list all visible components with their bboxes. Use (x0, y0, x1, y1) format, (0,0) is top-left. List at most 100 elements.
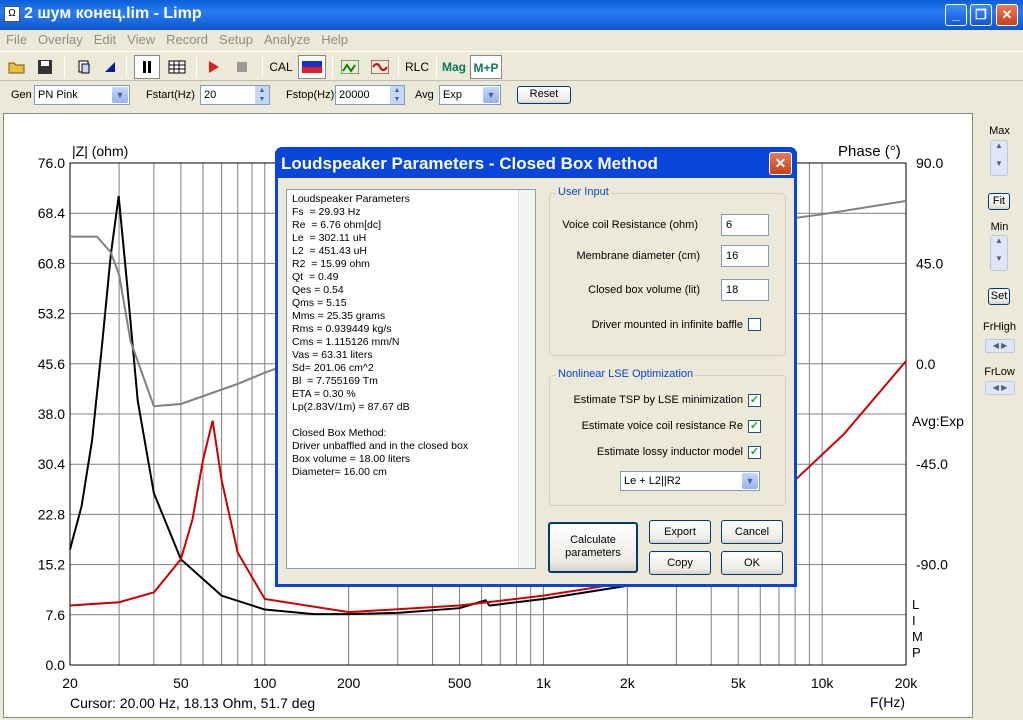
y-tick-label: 60.8 (38, 255, 65, 271)
fstop-label: Fstop(Hz) (286, 89, 335, 101)
menu-help[interactable]: Help (315, 30, 353, 47)
frhigh-spinner[interactable]: ◀ ▶ (985, 339, 1015, 353)
rlc-button[interactable]: RLC (404, 55, 430, 79)
calculate-button[interactable]: Calculate parameters (548, 522, 638, 573)
color-bar-icon[interactable] (298, 55, 326, 79)
results-text: Loudspeaker Parameters Fs = 29.93 Hz Re … (292, 193, 469, 478)
cal-button[interactable]: CAL (268, 55, 294, 79)
export-button[interactable]: Export (649, 520, 711, 544)
dialog-title: Loudspeaker Parameters - Closed Box Meth… (281, 154, 658, 173)
results-scrollbar[interactable] (518, 190, 535, 568)
play-icon[interactable] (204, 55, 224, 79)
limp-letter: I (912, 613, 916, 628)
x-tick-label: 200 (337, 675, 361, 691)
fstart-value: 20 (204, 89, 217, 101)
pause-icon[interactable] (134, 55, 160, 79)
title-bar: Ω 2 шум конец.lim - Limp _ ❐ ✕ (0, 0, 1023, 30)
md-label: Membrane diameter (cm) (576, 250, 700, 262)
min-spinner[interactable]: ▲ ▼ (990, 235, 1008, 271)
y-tick-label: 7.6 (46, 607, 66, 623)
opt3-label: Estimate lossy inductor model (596, 446, 743, 458)
opt1-checkbox[interactable]: ✓ (748, 394, 761, 407)
chevron-down-icon: ▼ (112, 87, 128, 103)
menu-setup[interactable]: Setup (213, 30, 258, 47)
menu-analyze[interactable]: Analyze (258, 30, 315, 47)
generator-select[interactable]: PN Pink ▼ (34, 85, 130, 105)
menu-file[interactable]: File (0, 30, 32, 47)
right-panel: Max ▲ ▼ Fit Min ▲ ▼ Set FrHigh ◀ ▶ FrLow ◀… (976, 113, 1023, 718)
x-tick-label: 5k (731, 675, 747, 691)
x-tick-label: 20 (62, 675, 78, 691)
max-spinner[interactable]: ▲ ▼ (990, 140, 1008, 176)
cancel-button[interactable]: Cancel (721, 520, 783, 544)
min-label: Min (990, 221, 1009, 233)
marker-icon[interactable] (100, 55, 120, 79)
frlow-label: FrLow (984, 366, 1015, 378)
dialog-body: Loudspeaker Parameters Fs = 29.93 Hz Re … (278, 178, 794, 584)
save-icon[interactable] (34, 55, 56, 79)
fstop-input[interactable]: 20000 ▲ ▼ (335, 85, 405, 105)
vc-input[interactable]: 6 (721, 214, 769, 236)
fstop-spinner[interactable]: ▲ ▼ (390, 86, 404, 104)
x-axis-label: F(Hz) (870, 694, 905, 710)
wave-red-icon[interactable] (368, 55, 392, 79)
baffle-checkbox[interactable] (748, 318, 761, 331)
user-input-group: User Input Voice coil Resistance (ohm) 6… (549, 186, 786, 356)
cursor-readout: Cursor: 20.00 Hz, 18.13 Ohm, 51.7 deg (70, 695, 315, 711)
menu-record[interactable]: Record (160, 30, 213, 47)
baffle-label: Driver mounted in infinite baffle (591, 319, 743, 331)
fstart-label: Fstart(Hz) (146, 89, 195, 101)
opt3-checkbox[interactable]: ✓ (748, 446, 761, 459)
menu-bar: File Overlay Edit View Record Setup Analyze Hel… (0, 30, 1023, 50)
model-value: Le + L2||R2 (624, 475, 681, 487)
model-select[interactable]: Le + L2||R2 ▼ (620, 471, 760, 491)
y-tick-label: 38.0 (38, 406, 65, 422)
x-tick-label: 100 (253, 675, 277, 691)
menu-edit[interactable]: Edit (88, 30, 121, 47)
mag-phase-button[interactable]: M+P (470, 55, 502, 79)
avg-select[interactable]: Exp ▼ (439, 85, 501, 105)
fit-button[interactable]: Fit (988, 193, 1010, 210)
menu-view[interactable]: View (121, 30, 160, 47)
close-button[interactable]: ✕ (996, 4, 1018, 26)
limp-letter: L (912, 597, 919, 612)
mag-button[interactable]: Mag (440, 55, 468, 79)
grid-icon[interactable] (164, 55, 190, 79)
fstart-input[interactable]: 20 ▲ ▼ (200, 85, 270, 105)
y-tick-label: 0.0 (46, 657, 66, 673)
y-tick-label: 15.2 (38, 557, 65, 573)
wave-green-icon[interactable] (338, 55, 362, 79)
menu-overlay[interactable]: Overlay (32, 30, 88, 47)
stop-icon[interactable] (232, 55, 252, 79)
fstart-spinner[interactable]: ▲ ▼ (255, 86, 269, 104)
bv-input[interactable]: 18 (721, 279, 769, 301)
avg-value: Exp (443, 89, 462, 101)
copy-icon[interactable] (74, 55, 94, 79)
y-tick-label: 53.2 (38, 306, 65, 322)
y2-tick-label: 90.0 (916, 155, 943, 171)
copy-button[interactable]: Copy (649, 551, 711, 575)
opt2-label: Estimate voice coil resistance Re (581, 420, 743, 432)
avg-label: Avg (415, 89, 434, 101)
open-icon[interactable] (6, 55, 28, 79)
opt2-checkbox[interactable]: ✓ (748, 420, 761, 433)
y-tick-label: 68.4 (38, 205, 65, 221)
frlow-spinner[interactable]: ◀ ▶ (985, 381, 1015, 395)
maximize-button[interactable]: ❐ (970, 4, 992, 26)
y2-tick-label: 45.0 (916, 255, 943, 271)
reset-button[interactable]: Reset (517, 86, 571, 104)
limp-letter: P (912, 645, 921, 660)
toolbar: CAL RLC Mag M+P (0, 51, 1023, 81)
ok-button[interactable]: OK (721, 551, 783, 575)
md-input[interactable]: 16 (721, 245, 769, 267)
bv-label: Closed box volume (lit) (588, 284, 700, 296)
set-button[interactable]: Set (988, 288, 1010, 305)
x-tick-label: 10k (811, 675, 835, 691)
y-tick-label: 45.6 (38, 356, 65, 372)
minimize-button[interactable]: _ (945, 4, 967, 26)
max-label: Max (989, 125, 1010, 137)
app-icon[interactable]: Ω (4, 6, 20, 22)
dialog-close-button[interactable]: ✕ (769, 152, 792, 175)
results-textbox[interactable]: Loudspeaker Parameters Fs = 29.93 Hz Re … (286, 189, 536, 569)
nonlinear-label: Nonlinear LSE Optimization (556, 368, 696, 380)
